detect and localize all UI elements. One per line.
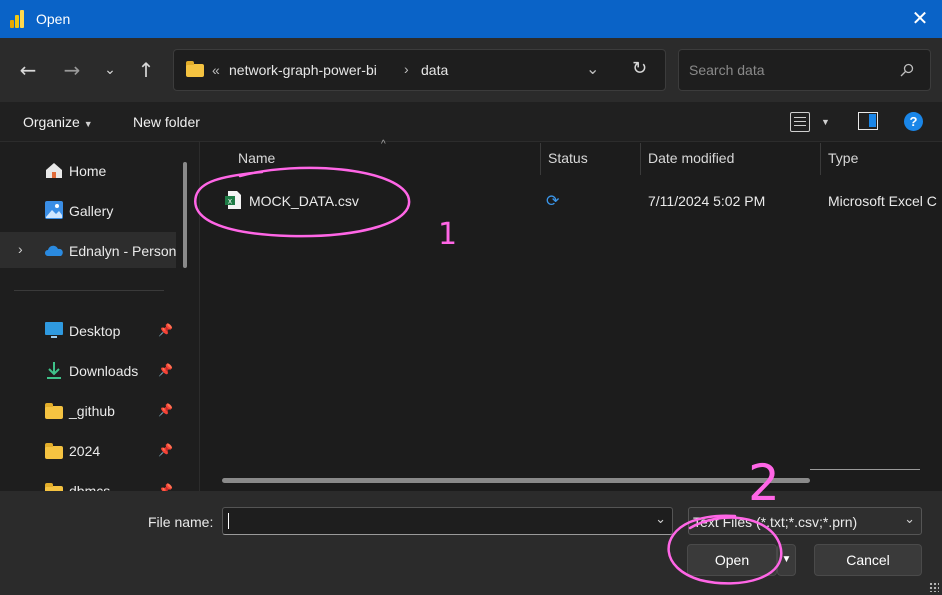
expand-chevron-icon[interactable]: ›	[18, 241, 23, 257]
file-name-input[interactable]: ⌄	[222, 507, 673, 535]
pin-icon[interactable]: 📌	[158, 363, 173, 377]
gallery-icon	[45, 201, 63, 219]
sidebar-item-gallery[interactable]: Gallery	[0, 192, 176, 228]
breadcrumb-data[interactable]: data	[421, 62, 448, 78]
sidebar-item-onedrive[interactable]: › Ednalyn - Person	[0, 232, 176, 268]
view-options-caret-icon[interactable]: ▼	[821, 117, 830, 127]
address-bar[interactable]: « network-graph-power-bi › data ⌄ ↻	[173, 49, 666, 91]
sidebar-item-label: 2024	[69, 443, 101, 459]
sidebar-item-home[interactable]: Home	[0, 152, 176, 188]
onedrive-icon	[45, 245, 63, 256]
file-name-dropdown-chevron-icon[interactable]: ⌄	[655, 511, 666, 527]
breadcrumb-network-graph-power-bi[interactable]: network-graph-power-bi	[229, 62, 377, 78]
sidebar-item-label: Home	[69, 163, 107, 179]
column-divider[interactable]	[640, 143, 641, 175]
preview-pane-icon[interactable]	[858, 112, 878, 130]
desktop-icon	[45, 322, 63, 338]
command-bar: Organize ▼ New folder ▼	[0, 102, 942, 142]
downloads-icon	[47, 362, 61, 379]
address-dropdown-chevron-icon[interactable]: ⌄	[586, 59, 599, 79]
forward-arrow-icon[interactable]: →	[60, 58, 84, 82]
dialog-footer: File name: ⌄ Text Files (*.txt;*.csv;*.p…	[0, 491, 942, 595]
folder-icon	[45, 403, 63, 419]
sidebar-item-label: Gallery	[69, 203, 114, 219]
sidebar-item-label: Desktop	[69, 323, 121, 339]
horizontal-scrollbar[interactable]	[222, 478, 810, 483]
search-box[interactable]: Search data	[678, 49, 931, 91]
organize-caret-icon: ▼	[83, 119, 93, 129]
sidebar-item-dbmcs[interactable]: dbmcs 📌	[0, 472, 176, 491]
cancel-button[interactable]: Cancel	[814, 544, 922, 576]
table-row[interactable]: x MOCK_DATA.csv ⟳ 7/11/2024 5:02 PM Micr…	[200, 182, 942, 218]
sort-ascending-icon: ^	[381, 139, 386, 150]
pin-icon[interactable]: 📌	[158, 483, 173, 491]
pin-icon[interactable]: 📌	[158, 443, 173, 457]
sidebar-item-desktop[interactable]: Desktop 📌	[0, 312, 176, 348]
pin-icon[interactable]: 📌	[158, 403, 173, 417]
sidebar-divider	[14, 290, 164, 291]
new-folder-button[interactable]: New folder	[133, 114, 200, 130]
open-button[interactable]: Open	[687, 544, 777, 576]
path-overflow[interactable]: «	[212, 62, 220, 78]
organize-button[interactable]: Organize ▼	[23, 114, 93, 130]
column-header-status[interactable]: Status	[548, 150, 588, 166]
search-input[interactable]: Search data	[689, 62, 765, 78]
sidebar-item-label: Downloads	[69, 363, 139, 379]
details-view-icon[interactable]	[790, 112, 810, 132]
folder-icon	[186, 61, 204, 77]
sidebar-item-label: _github	[69, 403, 115, 419]
refresh-icon[interactable]: ↻	[632, 58, 647, 79]
power-bi-icon	[10, 10, 26, 28]
column-header-name[interactable]: Name	[238, 150, 275, 166]
sidebar-item-downloads[interactable]: Downloads 📌	[0, 352, 176, 388]
sync-icon: ⟳	[546, 193, 560, 210]
text-caret	[228, 513, 229, 529]
search-icon	[900, 63, 914, 77]
home-icon	[46, 163, 62, 178]
open-options-caret-icon[interactable]: ▼	[777, 544, 796, 576]
column-header-type[interactable]: Type	[828, 150, 858, 166]
file-date-modified: 7/11/2024 5:02 PM	[648, 193, 766, 209]
column-divider[interactable]	[820, 143, 821, 175]
help-icon[interactable]: ?	[904, 112, 923, 131]
column-header-date-modified[interactable]: Date modified	[648, 150, 734, 166]
recent-locations-chevron-icon[interactable]: ⌄	[98, 58, 122, 82]
file-type: Microsoft Excel C	[828, 193, 937, 209]
file-type-select[interactable]: Text Files (*.txt;*.csv;*.prn) ⌄	[688, 507, 922, 535]
up-arrow-icon[interactable]: ↑	[134, 58, 158, 82]
folder-icon	[45, 443, 63, 459]
breadcrumb-chevron-icon[interactable]: ›	[404, 61, 409, 77]
close-icon[interactable]: ✕	[910, 8, 930, 28]
svg-text:x: x	[228, 197, 232, 206]
sidebar-item-github[interactable]: _github 📌	[0, 392, 176, 428]
sidebar-item-2024[interactable]: 2024 📌	[0, 432, 176, 468]
file-type-value: Text Files (*.txt;*.csv;*.prn)	[693, 514, 858, 530]
window-title: Open	[36, 11, 71, 27]
file-name-label: File name:	[148, 514, 214, 530]
pin-icon[interactable]: 📌	[158, 323, 173, 337]
navigation-bar: ← → ⌄ ↑ « network-graph-power-bi › data …	[0, 38, 942, 102]
scrollbar-track	[810, 469, 920, 470]
file-type-chevron-icon[interactable]: ⌄	[904, 511, 915, 527]
organize-label: Organize	[23, 114, 80, 130]
navigation-pane: Home Gallery › Ednalyn - Person Desktop …	[0, 142, 200, 491]
file-name: MOCK_DATA.csv	[249, 193, 359, 209]
resize-grip-icon[interactable]	[929, 582, 939, 592]
title-bar: Open ✕	[0, 0, 942, 38]
file-list: ^ Name Status Date modified Type x MOCK_…	[200, 139, 942, 491]
sidebar-item-label: dbmcs	[69, 483, 111, 491]
sidebar-scrollbar[interactable]	[183, 162, 187, 268]
excel-csv-icon: x	[225, 191, 241, 209]
sidebar-item-label: Ednalyn - Person	[69, 243, 177, 259]
column-divider[interactable]	[540, 143, 541, 175]
back-arrow-icon[interactable]: ←	[16, 58, 40, 82]
